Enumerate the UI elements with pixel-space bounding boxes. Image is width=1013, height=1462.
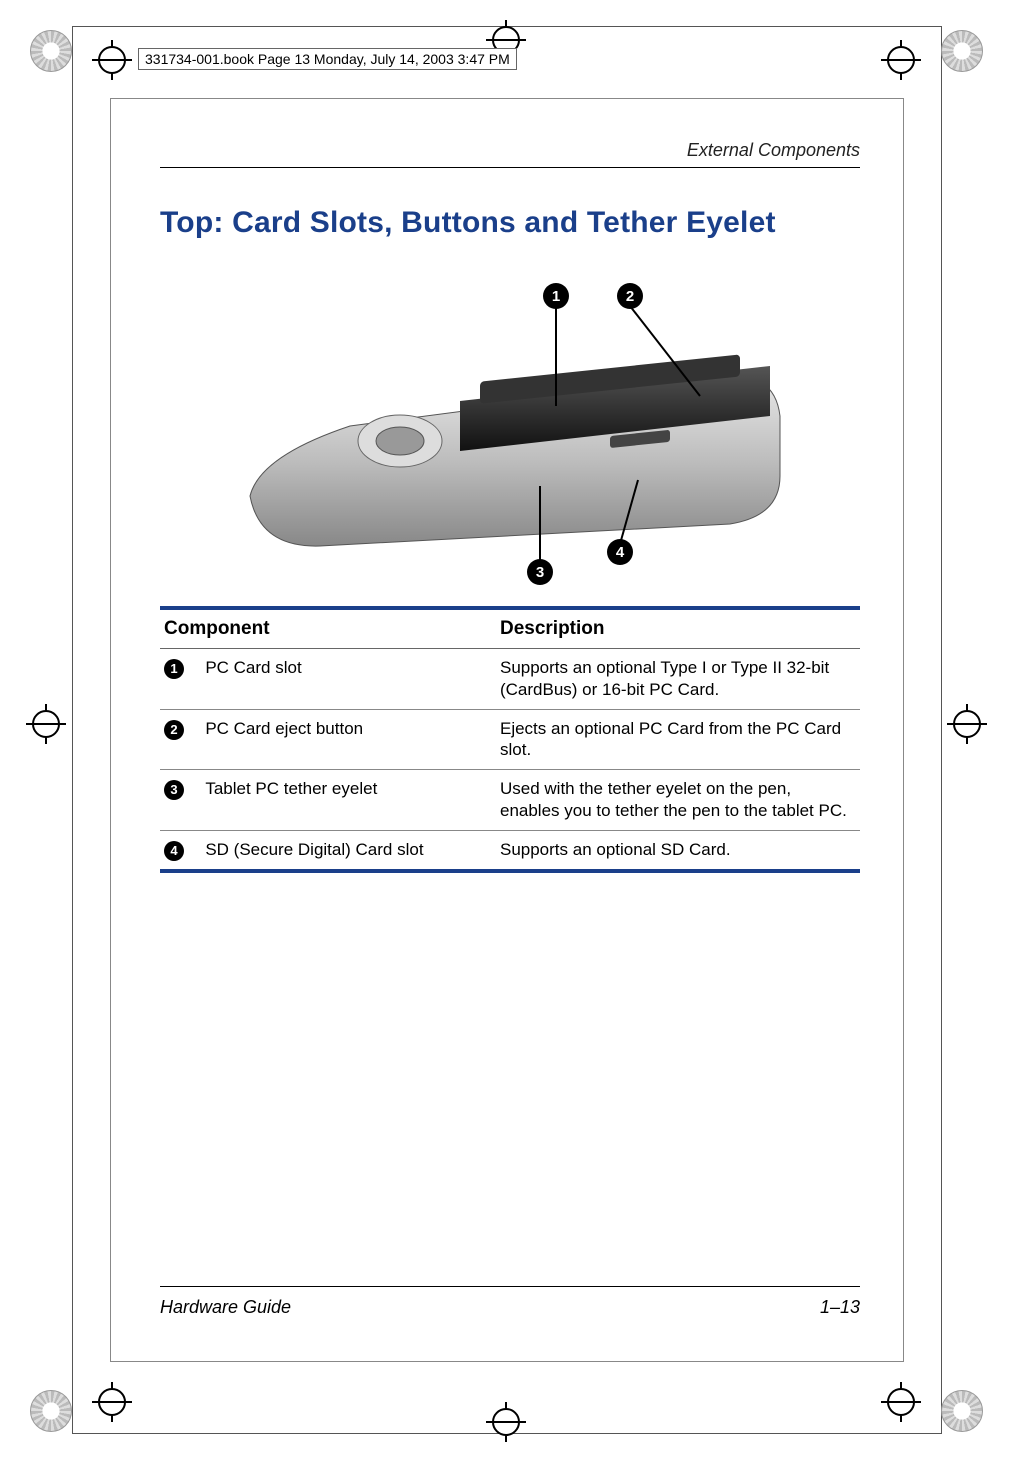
running-head: External Components: [160, 140, 860, 168]
row-badge: 3: [164, 780, 184, 800]
page-content: External Components Top: Card Slots, But…: [160, 140, 860, 873]
row-description: Ejects an optional PC Card from the PC C…: [496, 709, 860, 770]
figure-callout-4: 4: [607, 539, 633, 565]
figure-callout-2: 2: [617, 283, 643, 309]
row-component: PC Card slot: [201, 649, 496, 710]
crosshair-icon: [947, 704, 987, 744]
row-component: Tablet PC tether eyelet: [201, 770, 496, 831]
registration-mark-icon: [941, 30, 983, 72]
row-badge: 4: [164, 841, 184, 861]
crosshair-icon: [486, 1402, 526, 1442]
table-row: 4 SD (Secure Digital) Card slot Supports…: [160, 830, 860, 871]
row-description: Supports an optional SD Card.: [496, 830, 860, 871]
footer-page-number: 1–13: [820, 1297, 860, 1318]
table-row: 1 PC Card slot Supports an optional Type…: [160, 649, 860, 710]
row-badge: 1: [164, 659, 184, 679]
tablet-top-illustration: 1 2 3 4: [230, 266, 790, 586]
row-component: PC Card eject button: [201, 709, 496, 770]
crosshair-icon: [881, 1382, 921, 1422]
registration-mark-icon: [30, 1390, 72, 1432]
crosshair-icon: [92, 1382, 132, 1422]
header-description: Description: [496, 608, 860, 649]
figure-callout-2-num: 2: [626, 288, 634, 305]
registration-mark-icon: [941, 1390, 983, 1432]
header-component: Component: [160, 608, 496, 649]
table-row: 2 PC Card eject button Ejects an optiona…: [160, 709, 860, 770]
table-row: 3 Tablet PC tether eyelet Used with the …: [160, 770, 860, 831]
registration-mark-icon: [30, 30, 72, 72]
printers-mark-label: 331734-001.book Page 13 Monday, July 14,…: [138, 48, 517, 70]
figure-callout-1-num: 1: [552, 288, 560, 305]
figure-callout-1: 1: [543, 283, 569, 309]
component-table: Component Description 1 PC Card slot Sup…: [160, 606, 860, 873]
page-footer: Hardware Guide 1–13: [160, 1286, 860, 1318]
printers-mark-text: 331734-001.book Page 13 Monday, July 14,…: [145, 51, 510, 67]
figure-callout-3-num: 3: [536, 564, 544, 581]
crosshair-icon: [92, 40, 132, 80]
crosshair-icon: [881, 40, 921, 80]
footer-guide-title: Hardware Guide: [160, 1297, 291, 1318]
figure-callout-4-num: 4: [616, 544, 625, 561]
row-description: Used with the tether eyelet on the pen, …: [496, 770, 860, 831]
row-description: Supports an optional Type I or Type II 3…: [496, 649, 860, 710]
row-component: SD (Secure Digital) Card slot: [201, 830, 496, 871]
figure-callout-3: 3: [527, 559, 553, 585]
row-badge: 2: [164, 720, 184, 740]
table-header-row: Component Description: [160, 608, 860, 649]
section-title: Top: Card Slots, Buttons and Tether Eyel…: [160, 206, 860, 240]
crosshair-icon: [26, 704, 66, 744]
product-figure: 1 2 3 4: [160, 266, 860, 586]
